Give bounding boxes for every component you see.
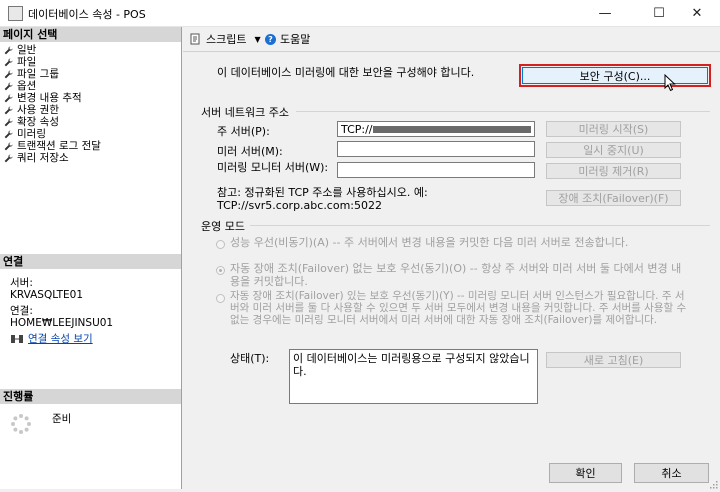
configure-security-button[interactable]: 보안 구성(C)... bbox=[522, 67, 708, 84]
connection-value: HOME₩LEEJINSU01 bbox=[10, 317, 114, 329]
mode-radio-sync-no-failover[interactable] bbox=[216, 266, 225, 275]
page-item-label: 옵션 bbox=[17, 80, 37, 92]
page-item-label: 확장 속성 bbox=[17, 116, 59, 128]
status-text: 이 데이터베이스는 미러링용으로 구성되지 않았습니다. bbox=[289, 349, 538, 404]
wrench-icon bbox=[4, 105, 13, 115]
witness-label: 미러링 모니터 서버(W): bbox=[217, 161, 329, 174]
principal-label: 주 서버(P): bbox=[217, 125, 270, 138]
configure-security-highlight: 보안 구성(C)... bbox=[519, 64, 711, 87]
principal-field[interactable]: TCP:// bbox=[337, 121, 535, 137]
title-bar: 데이터베이스 속성 - POS — ☐ ✕ bbox=[0, 0, 720, 27]
wrench-icon bbox=[4, 45, 13, 55]
view-connection-props-link[interactable]: 연결 속성 보기 bbox=[28, 333, 93, 345]
remove-mirroring-button[interactable]: 미러링 제거(R) bbox=[546, 163, 681, 179]
wrench-icon bbox=[4, 57, 13, 67]
mirror-label: 미러 서버(M): bbox=[217, 145, 283, 158]
page-item[interactable]: 쿼리 저장소 bbox=[4, 152, 101, 164]
start-mirroring-button[interactable]: 미러링 시작(S) bbox=[546, 121, 681, 137]
script-label: 스크립트 bbox=[206, 33, 247, 46]
mirror-field[interactable] bbox=[337, 141, 535, 157]
minimize-button[interactable]: — bbox=[582, 0, 628, 26]
server-value: KRVASQLTE01 bbox=[10, 289, 84, 301]
connection-properties-icon bbox=[10, 334, 24, 344]
chevron-down-icon[interactable]: ▼ bbox=[254, 35, 260, 44]
script-button[interactable]: 스크립트 ▼ bbox=[190, 31, 261, 47]
connection-label: 연결: bbox=[10, 305, 33, 317]
toolbar: 스크립트 ▼ ? 도움말 bbox=[183, 27, 720, 52]
witness-field[interactable] bbox=[337, 162, 535, 178]
mode-radio-sync-auto-failover[interactable] bbox=[216, 294, 225, 303]
divider bbox=[250, 225, 710, 226]
page-item[interactable]: 사용 권한 bbox=[4, 104, 101, 116]
page-item-label: 트랜잭션 로그 전달 bbox=[17, 140, 101, 152]
page-item-label: 파일 bbox=[17, 56, 37, 68]
server-network-section-title: 서버 네트워크 주소 bbox=[201, 106, 289, 119]
page-item-label: 변경 내용 추적 bbox=[17, 92, 82, 104]
progress-status: 준비 bbox=[52, 413, 72, 425]
progress-header: 진행률 bbox=[0, 389, 181, 404]
wrench-icon bbox=[4, 93, 13, 103]
connection-header: 연결 bbox=[0, 254, 181, 269]
page-list: 일반 파일 파일 그룹 옵션 변경 내용 추적 사용 권한 확장 속성 미러링 트랜잭션 로그 … bbox=[4, 44, 101, 164]
progress-spinner-icon bbox=[10, 413, 32, 435]
wrench-icon bbox=[4, 81, 13, 91]
page-item[interactable]: 옵션 bbox=[4, 80, 101, 92]
help-button[interactable]: ? 도움말 bbox=[265, 31, 310, 47]
principal-value: TCP:// bbox=[341, 123, 373, 136]
cancel-button[interactable]: 취소 bbox=[634, 463, 709, 483]
server-label: 서버: bbox=[10, 277, 33, 289]
select-page-header: 페이지 선택 bbox=[0, 27, 181, 42]
app-icon bbox=[8, 6, 23, 21]
operating-mode-section-title: 운영 모드 bbox=[201, 220, 245, 233]
wrench-icon bbox=[4, 69, 13, 79]
note-text: 참고: 정규화된 TCP 주소를 사용하십시오. 예: TCP://svr5.c… bbox=[217, 186, 428, 212]
wrench-icon bbox=[4, 129, 13, 139]
page-item-label: 사용 권한 bbox=[17, 104, 59, 116]
mode-label-sync-no-failover: 자동 장애 조치(Failover) 없는 보호 우선(동기)(O) -- 항상… bbox=[230, 262, 682, 288]
pause-button[interactable]: 일시 중지(U) bbox=[546, 142, 681, 158]
wrench-icon bbox=[4, 153, 13, 163]
ok-button[interactable]: 확인 bbox=[549, 463, 622, 483]
wrench-icon bbox=[4, 141, 13, 151]
help-icon: ? bbox=[265, 33, 276, 45]
page-item[interactable]: 확장 속성 bbox=[4, 116, 101, 128]
resize-grip-icon[interactable] bbox=[710, 479, 718, 489]
divider bbox=[296, 111, 710, 112]
page-item[interactable]: 파일 bbox=[4, 56, 101, 68]
wrench-icon bbox=[4, 117, 13, 127]
page-item[interactable]: 일반 bbox=[4, 44, 101, 56]
mouse-cursor-icon bbox=[664, 73, 676, 92]
page-item-label: 파일 그룹 bbox=[17, 68, 59, 80]
page-item[interactable]: 변경 내용 추적 bbox=[4, 92, 101, 104]
mode-label-async: 성능 우선(비동기)(A) -- 주 서버에서 변경 내용을 커밋한 다음 미러… bbox=[230, 236, 629, 249]
refresh-button[interactable]: 새로 고침(E) bbox=[546, 352, 681, 368]
view-connection-props-row[interactable]: 연결 속성 보기 bbox=[10, 333, 93, 345]
page-item-label: 일반 bbox=[17, 44, 37, 56]
status-label: 상태(T): bbox=[230, 352, 270, 365]
redacted-block bbox=[373, 126, 531, 133]
failover-button[interactable]: 장애 조치(Failover)(F) bbox=[546, 190, 681, 206]
close-button[interactable]: ✕ bbox=[674, 0, 720, 26]
page-item[interactable]: 미러링 bbox=[4, 128, 101, 140]
page-item[interactable]: 트랜잭션 로그 전달 bbox=[4, 140, 101, 152]
help-label: 도움말 bbox=[280, 33, 311, 46]
intro-text: 이 데이터베이스 미러링에 대한 보안을 구성해야 합니다. bbox=[217, 66, 475, 79]
script-icon bbox=[190, 33, 202, 45]
mode-radio-async[interactable] bbox=[216, 240, 225, 249]
mode-label-sync-auto-failover: 자동 장애 조치(Failover) 있는 보호 우선(동기)(Y) -- 미러… bbox=[230, 290, 687, 326]
page-item-label: 미러링 bbox=[17, 128, 46, 140]
page-item[interactable]: 파일 그룹 bbox=[4, 68, 101, 80]
page-item-label: 쿼리 저장소 bbox=[17, 152, 69, 164]
window-title: 데이터베이스 속성 - POS bbox=[28, 8, 146, 21]
